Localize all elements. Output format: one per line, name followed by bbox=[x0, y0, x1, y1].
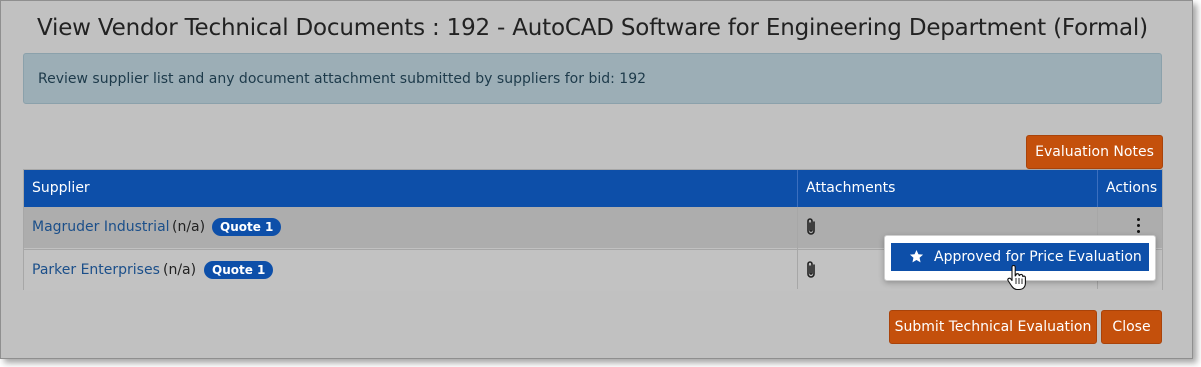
submit-technical-evaluation-button[interactable]: Submit Technical Evaluation bbox=[889, 310, 1097, 344]
hand-pointer-icon bbox=[1007, 265, 1026, 291]
paperclip-icon[interactable] bbox=[805, 217, 819, 237]
supplier-link-parker[interactable]: Parker Enterprises bbox=[32, 262, 160, 278]
supplier-note: (n/a) bbox=[163, 262, 197, 278]
vendor-documents-dialog: View Vendor Technical Documents : 192 - … bbox=[0, 0, 1193, 359]
paperclip-icon[interactable] bbox=[805, 260, 819, 280]
dialog-title: View Vendor Technical Documents : 192 - … bbox=[37, 15, 1148, 41]
info-alert-text: Review supplier list and any document at… bbox=[38, 71, 647, 87]
supplier-link-magruder[interactable]: Magruder Industrial bbox=[32, 219, 170, 235]
close-button[interactable]: Close bbox=[1101, 310, 1162, 344]
column-divider bbox=[1097, 170, 1098, 207]
header-actions: Actions bbox=[1106, 180, 1158, 196]
column-divider bbox=[797, 207, 798, 289]
column-divider bbox=[797, 170, 798, 207]
dropdown-item-label: Approved for Price Evaluation bbox=[934, 249, 1142, 265]
quote-badge: Quote 1 bbox=[204, 261, 274, 279]
quote-badge: Quote 1 bbox=[212, 218, 282, 236]
star-icon bbox=[909, 249, 924, 263]
header-supplier: Supplier bbox=[32, 180, 90, 196]
supplier-note: (n/a) bbox=[172, 219, 206, 235]
table-header: Supplier Attachments Actions bbox=[24, 170, 1162, 207]
header-attachments: Attachments bbox=[806, 180, 896, 196]
info-alert: Review supplier list and any document at… bbox=[23, 53, 1162, 104]
evaluation-notes-button[interactable]: Evaluation Notes bbox=[1026, 135, 1163, 169]
